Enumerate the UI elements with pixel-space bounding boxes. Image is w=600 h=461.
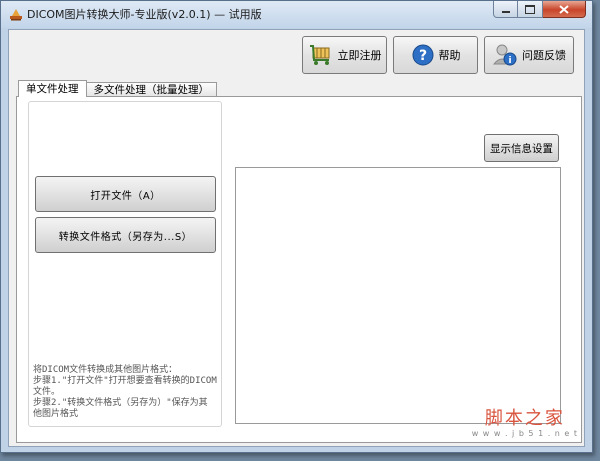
- feedback-label: 问题反馈: [522, 49, 566, 62]
- watermark-text: 脚本之家: [484, 408, 565, 429]
- actions-group: 打开文件（A） 转换文件格式（另存为...S） 将DICOM文件转换成其他图片格…: [28, 101, 222, 427]
- svg-text:i: i: [508, 56, 511, 66]
- help-line: 文件。: [33, 387, 61, 397]
- window-title: DICOM图片转换大师-专业版(v2.0.1) — 试用版: [27, 8, 262, 21]
- display-settings-button[interactable]: 显示信息设置: [484, 134, 559, 162]
- tab-single-file[interactable]: 单文件处理: [18, 80, 87, 97]
- app-icon: [10, 9, 22, 21]
- watermark-url: w w w . j b 5 1 . n e t: [471, 429, 578, 438]
- feedback-icon: i: [492, 44, 517, 66]
- help-line: 步骤2."转换文件格式（另存为）"保存为其: [33, 398, 208, 408]
- title-bar[interactable]: DICOM图片转换大师-专业版(v2.0.1) — 试用版: [1, 1, 592, 28]
- app-window: DICOM图片转换大师-专业版(v2.0.1) — 试用版 立即注册 ? 帮助 …: [0, 0, 593, 453]
- tab-strip: 单文件处理 多文件处理（批量处理）: [18, 80, 217, 97]
- help-button[interactable]: ? 帮助: [393, 36, 478, 74]
- single-file-panel: 打开文件（A） 转换文件格式（另存为...S） 将DICOM文件转换成其他图片格…: [16, 96, 582, 443]
- convert-format-button[interactable]: 转换文件格式（另存为...S）: [35, 217, 216, 253]
- help-line: 将DICOM文件转换成其他图片格式：: [33, 365, 178, 375]
- help-line: 他图片格式: [33, 409, 79, 419]
- register-button[interactable]: 立即注册: [302, 36, 387, 74]
- register-label: 立即注册: [337, 49, 382, 62]
- help-text: 将DICOM文件转换成其他图片格式： 步骤1."打开文件"打开想要查看转换的DI…: [33, 365, 219, 420]
- help-label: 帮助: [438, 49, 461, 62]
- minimize-button[interactable]: [493, 1, 518, 18]
- window-controls: [493, 1, 586, 19]
- close-icon: [559, 4, 569, 14]
- close-button[interactable]: [543, 1, 586, 18]
- help-line: 步骤1."打开文件"打开想要查看转换的DICOM: [33, 376, 217, 386]
- cart-icon: [309, 45, 329, 65]
- info-display-area[interactable]: [235, 167, 561, 424]
- maximize-icon: [525, 4, 535, 14]
- svg-text:?: ?: [418, 48, 426, 64]
- help-icon: ?: [412, 44, 433, 66]
- tab-batch-files[interactable]: 多文件处理（批量处理）: [85, 82, 217, 97]
- open-file-button[interactable]: 打开文件（A）: [35, 176, 216, 212]
- watermark: 脚本之家 w w w . j b 5 1 . n e t: [472, 404, 578, 438]
- minimize-icon: [501, 10, 510, 13]
- feedback-button[interactable]: i 问题反馈: [484, 36, 574, 74]
- maximize-button[interactable]: [518, 1, 543, 18]
- client-area: 立即注册 ? 帮助 i 问题反馈 单文件处理 多文件处理（批量处理） 打开文件（…: [8, 29, 585, 447]
